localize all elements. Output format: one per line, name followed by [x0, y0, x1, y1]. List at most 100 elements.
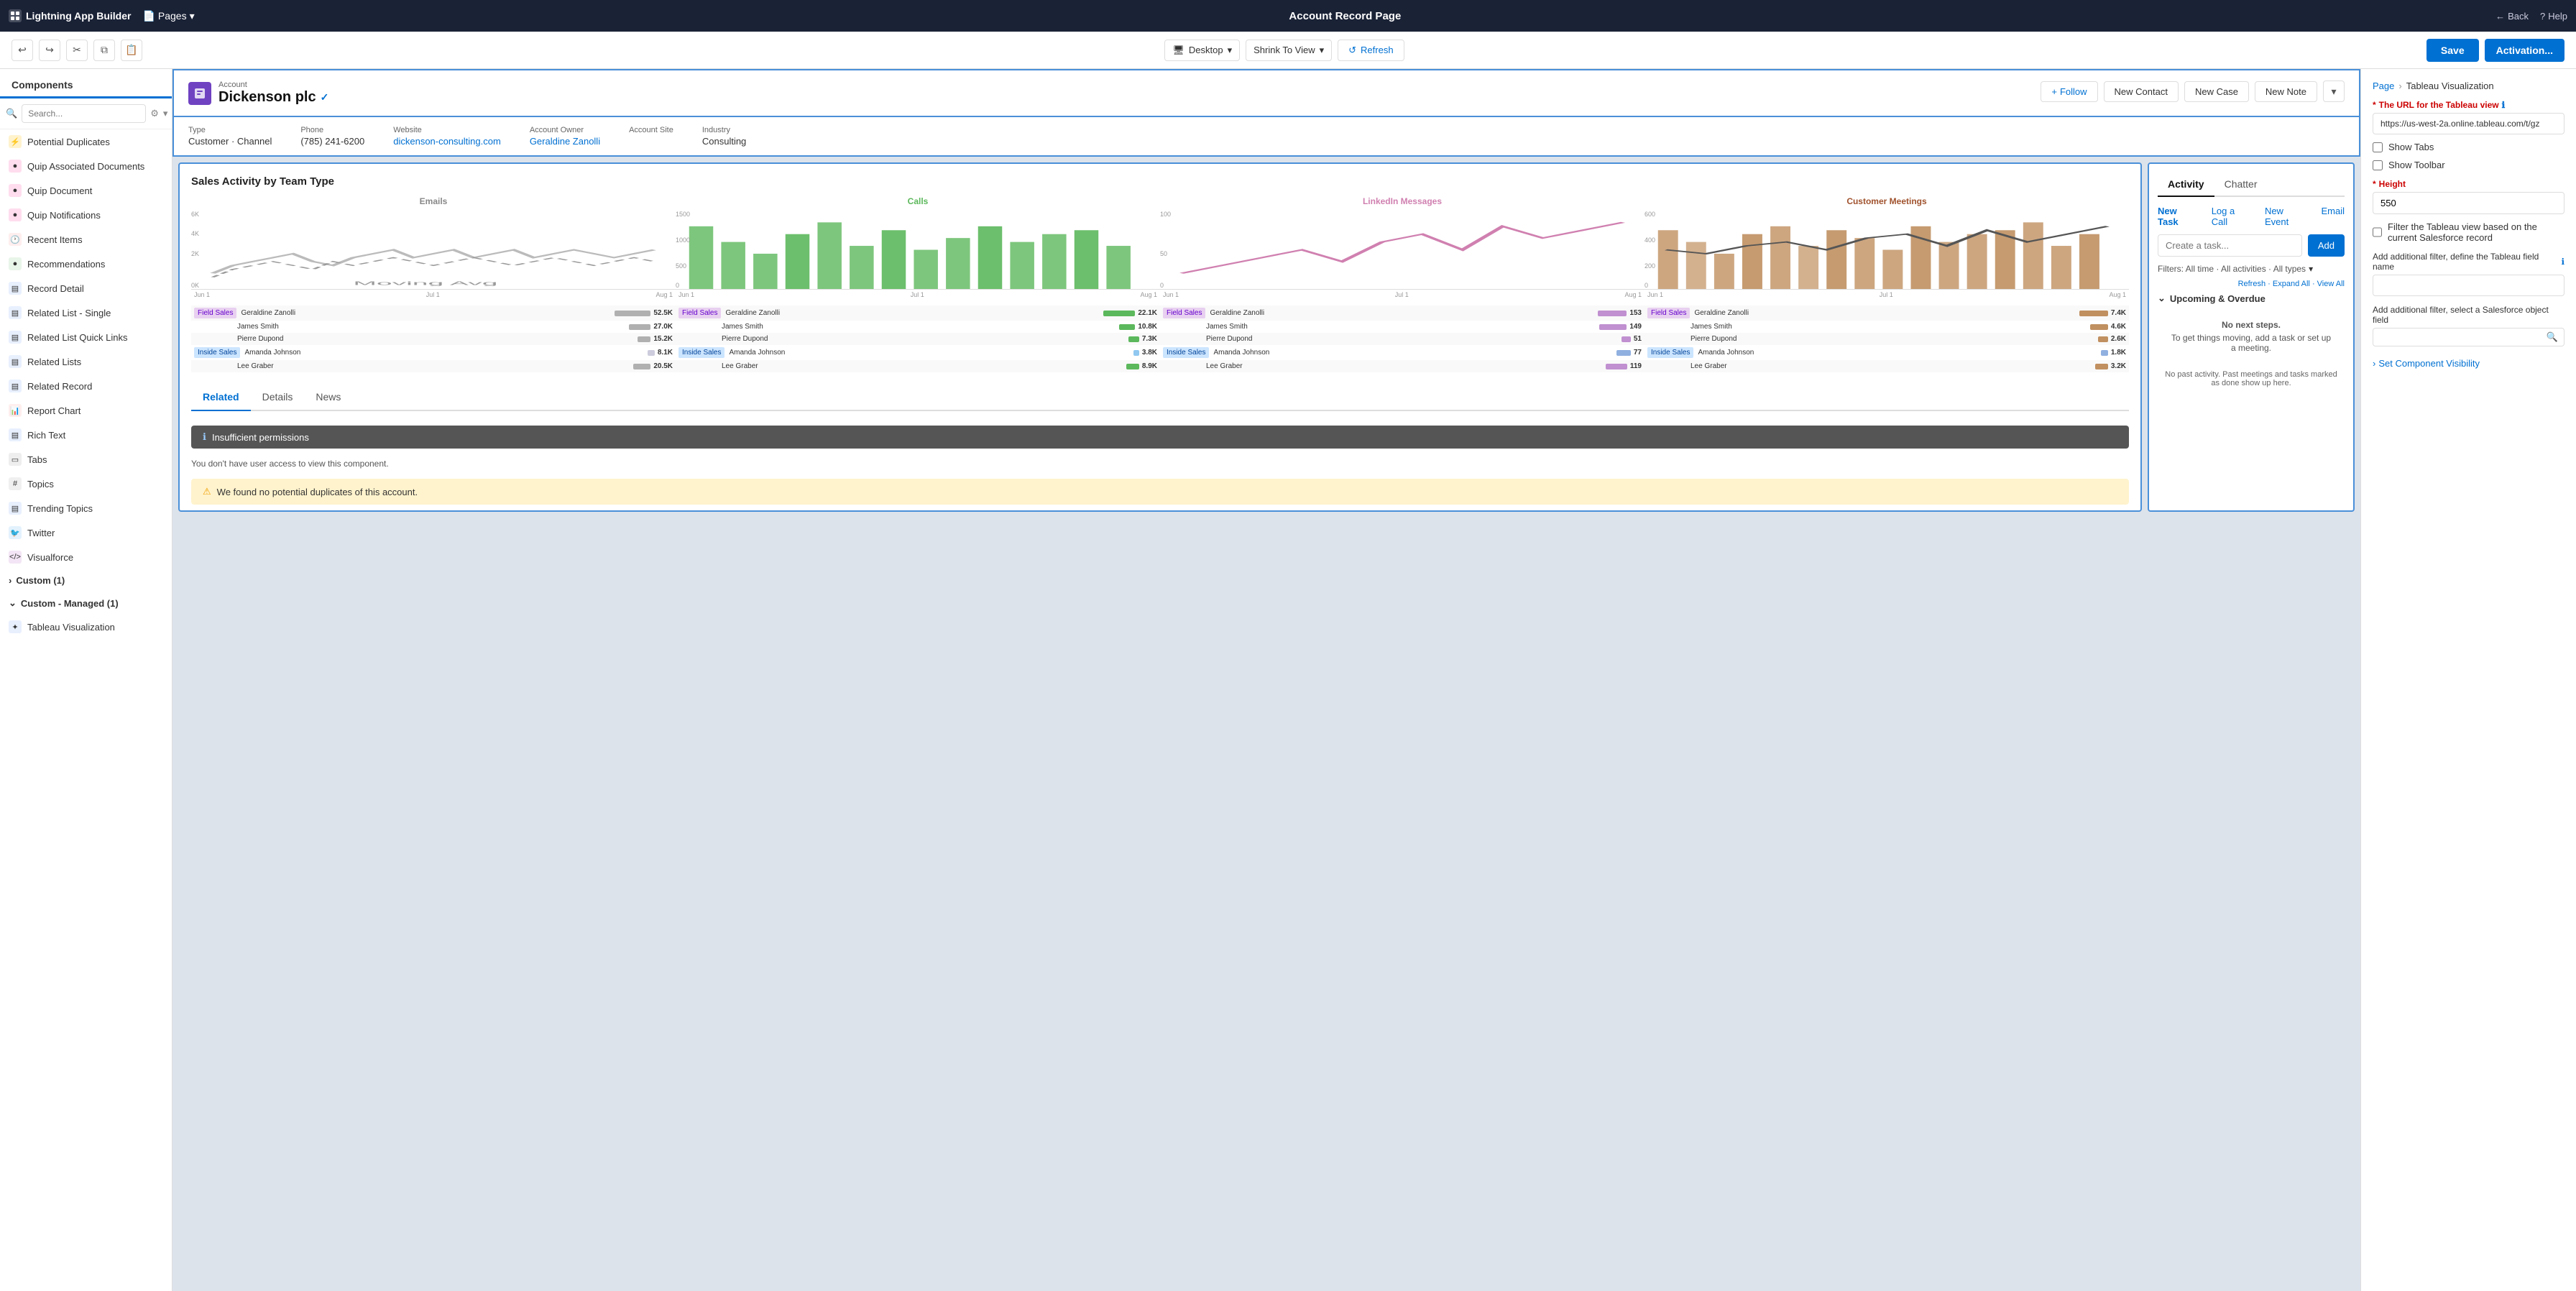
custom-section[interactable]: › Custom (1) — [0, 569, 172, 592]
new-task-action[interactable]: New Task — [2158, 206, 2200, 227]
tab-details[interactable]: Details — [251, 384, 305, 410]
sidebar-item-quip-associated[interactable]: ● Quip Associated Documents — [0, 154, 172, 178]
show-tabs-checkbox[interactable] — [2373, 142, 2383, 152]
breadcrumb-page-link[interactable]: Page — [2373, 81, 2394, 91]
undo-button[interactable]: ↩ — [12, 40, 33, 61]
sidebar-item-visualforce[interactable]: </> Visualforce — [0, 545, 172, 569]
tab-chatter[interactable]: Chatter — [2214, 173, 2268, 196]
tab-news[interactable]: News — [304, 384, 352, 410]
sidebar-item-record-detail[interactable]: ▤ Record Detail — [0, 276, 172, 300]
topics-icon: # — [9, 477, 22, 490]
new-contact-button[interactable]: New Contact — [2104, 81, 2179, 102]
follow-button[interactable]: + Follow — [2041, 81, 2097, 102]
search-input[interactable] — [22, 104, 146, 123]
refresh-icon: ↺ — [1348, 45, 1356, 56]
copy-button[interactable]: ⧉ — [93, 40, 115, 61]
email-action[interactable]: Email — [2321, 206, 2345, 227]
sidebar-item-related-lists[interactable]: ▤ Related Lists — [0, 349, 172, 374]
sidebar-item-potential-duplicates[interactable]: ⚡ Potential Duplicates — [0, 129, 172, 154]
table-row: Field Sales Geraldine Zanolli 22.1K — [676, 305, 1160, 321]
filter-checkbox[interactable] — [2373, 227, 2382, 237]
custom-managed-section[interactable]: ⌄ Custom - Managed (1) — [0, 592, 172, 615]
chevron-down-icon: ⌄ — [2158, 293, 2166, 304]
add-button[interactable]: Add — [2308, 234, 2345, 257]
help-button[interactable]: ? Help — [2540, 11, 2567, 22]
table-row: Lee Graber 3.2K — [1644, 360, 2129, 372]
sidebar-item-topics[interactable]: # Topics — [0, 472, 172, 496]
activation-button[interactable]: Activation... — [2485, 39, 2564, 62]
activity-panel: Activity Chatter New Task Log a Call New… — [2149, 164, 2353, 402]
sidebar-item-related-list-single[interactable]: ▤ Related List - Single — [0, 300, 172, 325]
desktop-icon: 🖥 — [1172, 45, 1184, 56]
settings-icon[interactable]: ⚙ — [150, 108, 159, 119]
content-left: Sales Activity by Team Type Emails 6K 4K… — [178, 162, 2142, 512]
canvas-inner: Account Dickenson plc ✓ + Follow New Con… — [172, 69, 2360, 1291]
sidebar-item-quip-document[interactable]: ● Quip Document — [0, 178, 172, 203]
show-toolbar-checkbox[interactable] — [2373, 160, 2383, 170]
paste-button[interactable]: 📋 — [121, 40, 142, 61]
expand-all-link[interactable]: Expand All — [2273, 280, 2310, 288]
chart-col-linkedin: LinkedIn Messages 100 50 0 — [1160, 196, 1644, 372]
refresh-link[interactable]: Refresh — [2238, 280, 2266, 288]
sidebar-item-recent-items[interactable]: 🕐 Recent Items — [0, 227, 172, 252]
set-visibility[interactable]: › Set Component Visibility — [2373, 358, 2564, 369]
new-note-button[interactable]: New Note — [2255, 81, 2317, 102]
sidebar-item-quip-notifications[interactable]: ● Quip Notifications — [0, 203, 172, 227]
refresh-button[interactable]: ↺ Refresh — [1338, 40, 1404, 61]
add-filter-input[interactable] — [2373, 275, 2564, 296]
show-tabs-row: Show Tabs — [2373, 142, 2564, 152]
add-object-input[interactable] — [2379, 332, 2547, 342]
tab-related[interactable]: Related — [191, 384, 251, 411]
sidebar-item-twitter[interactable]: 🐦 Twitter — [0, 520, 172, 545]
linkedin-chart-svg — [1162, 211, 1643, 289]
chevron-down-icon[interactable]: ▾ — [163, 108, 168, 119]
task-input[interactable] — [2158, 234, 2302, 257]
save-button[interactable]: Save — [2426, 39, 2479, 62]
tab-activity[interactable]: Activity — [2158, 173, 2214, 197]
filter-dropdown[interactable]: ▾ — [2309, 264, 2313, 274]
potential-duplicates-icon: ⚡ — [9, 135, 22, 148]
new-case-button[interactable]: New Case — [2184, 81, 2249, 102]
pages-dropdown[interactable]: 📄 Pages ▾ — [142, 10, 194, 22]
url-field-label: * The URL for the Tableau view ℹ — [2373, 100, 2564, 110]
recommendations-icon: ● — [9, 257, 22, 270]
url-input[interactable] — [2373, 113, 2564, 134]
table-row: James Smith 4.6K — [1644, 321, 2129, 333]
sidebar-item-rich-text[interactable]: ▤ Rich Text — [0, 423, 172, 447]
account-header-right: + Follow New Contact New Case New Note ▾ — [2041, 81, 2345, 102]
app-name[interactable]: Lightning App Builder — [9, 9, 131, 22]
record-detail-icon: ▤ — [9, 282, 22, 295]
height-input[interactable] — [2373, 192, 2564, 214]
upcoming-header[interactable]: ⌄ Upcoming & Overdue — [2158, 293, 2345, 304]
view-all-link[interactable]: View All — [2317, 280, 2345, 288]
meetings-title: Customer Meetings — [1644, 196, 2129, 206]
sidebar-item-related-list-quick-links[interactable]: ▤ Related List Quick Links — [0, 325, 172, 349]
sidebar-item-recommendations[interactable]: ● Recommendations — [0, 252, 172, 276]
meta-owner: Account Owner Geraldine Zanolli — [530, 126, 600, 147]
redo-button[interactable]: ↪ — [39, 40, 60, 61]
top-nav-right: ← Back ? Help — [2496, 11, 2567, 22]
sidebar-item-tableau[interactable]: ✦ Tableau Visualization — [0, 615, 172, 639]
task-input-row: Add — [2158, 234, 2345, 257]
log-call-action[interactable]: Log a Call — [2212, 206, 2253, 227]
sidebar-item-tabs[interactable]: ▭ Tabs — [0, 447, 172, 472]
device-dropdown[interactable]: 🖥 Desktop ▾ — [1164, 40, 1240, 61]
sidebar-item-trending-topics[interactable]: ▤ Trending Topics — [0, 496, 172, 520]
question-icon: ? — [2540, 11, 2545, 22]
owner-link[interactable]: Geraldine Zanolli — [530, 136, 600, 147]
back-button[interactable]: ← Back — [2496, 11, 2529, 22]
new-event-action[interactable]: New Event — [2265, 206, 2310, 227]
sidebar-item-report-chart[interactable]: 📊 Report Chart — [0, 398, 172, 423]
cut-button[interactable]: ✂ — [66, 40, 88, 61]
more-actions-button[interactable]: ▾ — [2323, 81, 2345, 102]
sidebar-item-related-record[interactable]: ▤ Related Record — [0, 374, 172, 398]
pages-icon: 📄 — [142, 10, 155, 22]
search-icon[interactable]: 🔍 — [2547, 331, 2558, 343]
show-toolbar-row: Show Toolbar — [2373, 160, 2564, 170]
tableau-icon: ✦ — [9, 620, 22, 633]
website-link[interactable]: dickenson-consulting.com — [393, 136, 501, 147]
svg-text:Moving Avg: Moving Avg — [353, 280, 497, 286]
calls-chart-svg — [677, 211, 1159, 289]
table-row: Lee Graber 119 — [1160, 360, 1644, 372]
view-dropdown[interactable]: Shrink To View ▾ — [1246, 40, 1332, 61]
